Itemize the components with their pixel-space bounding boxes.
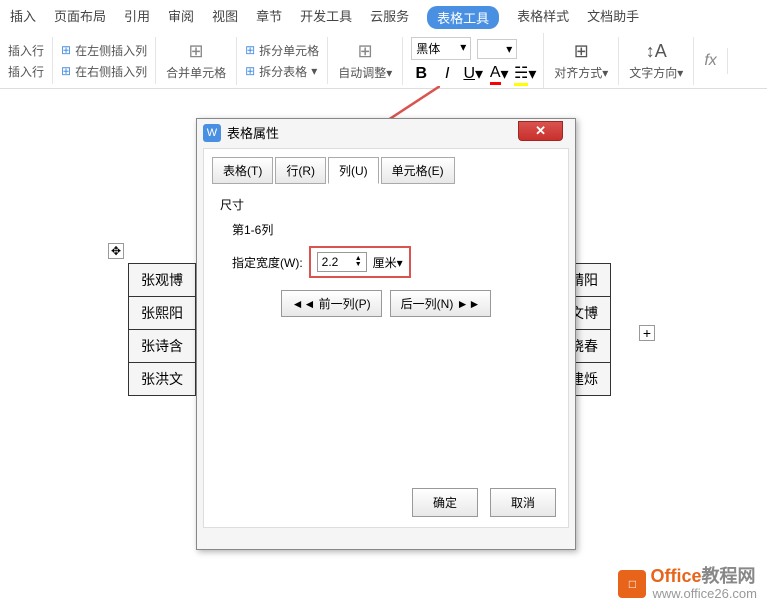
add-column-handle[interactable]: + (639, 325, 655, 341)
ribbon-toolbar: 插入行 插入行 ⊞在左侧插入列 ⊞在右侧插入列 ⊞ 合并单元格 ⊞拆分单元格 ⊞… (0, 33, 767, 89)
insert-left-col-btn[interactable]: ⊞在左侧插入列 (61, 42, 147, 59)
prev-column-button[interactable]: ◄◄ 前一列(P) (281, 290, 382, 317)
font-color-btn[interactable]: A▾ (489, 64, 509, 84)
cell[interactable]: 张熙阳 (129, 297, 196, 330)
spin-down[interactable]: ▼ (355, 262, 362, 268)
column-range-label: 第1-6列 (232, 221, 552, 238)
table-left: 张观博 张熙阳 张诗含 张洪文 (128, 263, 196, 396)
tab-layout[interactable]: 页面布局 (54, 6, 106, 29)
tab-doc-helper[interactable]: 文档助手 (587, 6, 639, 29)
italic-btn[interactable]: I (437, 64, 457, 84)
tab-dev[interactable]: 开发工具 (300, 6, 352, 29)
fx-icon: fx (704, 52, 716, 70)
width-label: 指定宽度(W): (232, 254, 303, 271)
tab-cloud[interactable]: 云服务 (370, 6, 409, 29)
tab-cell[interactable]: 单元格(E) (381, 157, 455, 184)
unit-select[interactable]: 厘米▾ (373, 254, 403, 271)
app-icon: W (203, 124, 221, 142)
cancel-button[interactable]: 取消 (490, 488, 556, 517)
align-btn[interactable]: ⊞ 对齐方式▾ (544, 37, 619, 85)
ok-button[interactable]: 确定 (412, 488, 478, 517)
document-area: ✥ + 张观博 张熙阳 张诗含 张洪文 靖阳 文博 晓春 建烁 (0, 89, 767, 109)
bold-btn[interactable]: B (411, 64, 431, 84)
tab-ref[interactable]: 引用 (124, 6, 150, 29)
tab-view[interactable]: 视图 (212, 6, 238, 29)
dialog-titlebar[interactable]: W 表格属性 ✕ (197, 119, 575, 146)
tab-table-tools[interactable]: 表格工具 (427, 6, 499, 29)
insert-row-btn2[interactable]: 插入行 (8, 63, 44, 80)
cell[interactable]: 张观博 (129, 264, 196, 297)
highlight-btn[interactable]: ☵▾ (515, 64, 535, 84)
dialog-tabs: 表格(T) 行(R) 列(U) 单元格(E) (212, 157, 560, 184)
size-select[interactable]: ▾ (477, 39, 517, 59)
merge-cells-btn[interactable]: ⊞ 合并单元格 (156, 37, 237, 85)
tab-column[interactable]: 列(U) (328, 157, 379, 184)
fx-btn[interactable]: fx (694, 48, 727, 74)
size-section-label: 尺寸 (220, 196, 552, 213)
tab-insert[interactable]: 插入 (10, 6, 36, 29)
auto-adjust-btn[interactable]: ⊞ 自动调整▾ (328, 37, 403, 85)
next-column-button[interactable]: 后一列(N) ►► (390, 290, 492, 317)
table-move-handle[interactable]: ✥ (108, 243, 124, 259)
cell[interactable]: 张洪文 (129, 363, 196, 396)
underline-btn[interactable]: U▾ (463, 64, 483, 84)
tab-table-style[interactable]: 表格样式 (517, 6, 569, 29)
dialog-title: 表格属性 (227, 123, 279, 142)
cell[interactable]: 张诗含 (129, 330, 196, 363)
tab-row[interactable]: 行(R) (275, 157, 326, 184)
tab-chapter[interactable]: 章节 (256, 6, 282, 29)
insert-row-btn[interactable]: 插入行 (8, 42, 44, 59)
split-cell-btn[interactable]: ⊞拆分单元格 (245, 42, 319, 59)
auto-adjust-icon: ⊞ (358, 41, 373, 62)
tab-review[interactable]: 审阅 (168, 6, 194, 29)
font-select[interactable]: 黑体▾ (411, 37, 471, 60)
watermark: □ Office教程网 www.office26.com (618, 567, 757, 601)
table-properties-dialog: W 表格属性 ✕ 表格(T) 行(R) 列(U) 单元格(E) 尺寸 第1-6列… (196, 118, 576, 550)
close-button[interactable]: ✕ (518, 121, 563, 141)
text-dir-icon: ↕A (646, 41, 667, 62)
text-direction-btn[interactable]: ↕A 文字方向▾ (619, 37, 694, 85)
watermark-icon: □ (618, 570, 646, 598)
insert-right-col-btn[interactable]: ⊞在右侧插入列 (61, 63, 147, 80)
split-table-btn[interactable]: ⊞拆分表格▾ (245, 63, 319, 80)
tab-table[interactable]: 表格(T) (212, 157, 273, 184)
width-spinner[interactable]: 2.2 ▲▼ (317, 252, 367, 272)
align-icon: ⊞ (574, 41, 589, 62)
ribbon-tabs: 插入 页面布局 引用 审阅 视图 章节 开发工具 云服务 表格工具 表格样式 文… (0, 0, 767, 33)
highlight-annotation: 2.2 ▲▼ 厘米▾ (309, 246, 411, 278)
merge-icon: ⊞ (189, 41, 204, 62)
